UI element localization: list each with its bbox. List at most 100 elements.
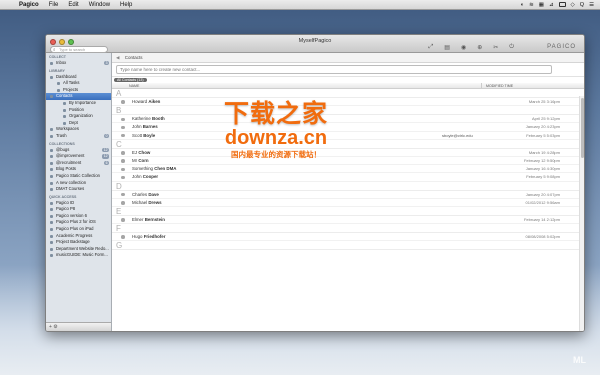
scrollbar[interactable]	[579, 96, 584, 331]
sidebar-item-inbox[interactable]: Inbox 3	[46, 60, 111, 67]
sidebar-item-quick[interactable]: Department Website Redo...	[46, 246, 111, 253]
section-collect: COLLECT	[49, 55, 66, 59]
person-icon	[121, 117, 125, 122]
power-icon[interactable]: ⏻	[509, 44, 514, 51]
sidebar-item-quick[interactable]: Pagico Plus on iPad	[46, 226, 111, 233]
sidebar-item-quick[interactable]: Project Backstage	[46, 239, 111, 246]
modified-time: January 16 4:30pm	[525, 166, 560, 172]
count-badge: 12	[102, 147, 109, 152]
sidebar-item-quick[interactable]: Pagico ID	[46, 200, 111, 207]
sidebar-item-new-collection[interactable]: A new collection	[46, 180, 111, 187]
count-badge: 3	[104, 61, 109, 66]
contact-name: Charles Dave	[132, 191, 159, 199]
contact-row[interactable]: Katherine Booth April 25 9:12pm	[112, 115, 584, 124]
menu-window[interactable]: Window	[84, 2, 115, 8]
sidebar-item-position[interactable]: Position	[46, 107, 111, 114]
contact-row[interactable]: Charles Dave January 20 4:07pm	[112, 191, 584, 199]
person-icon	[121, 201, 125, 205]
person-icon	[121, 167, 125, 172]
title-bar[interactable]: MyselfPagico ⌕ Type to search ⤢ ▤ ◉ ⊕ ✂ …	[46, 35, 584, 53]
sidebar-item-by-importance[interactable]: By Importance	[46, 100, 111, 107]
tools-icon[interactable]: ✂	[493, 44, 498, 51]
contact-row[interactable]: Hugo Friedhofer 08/08/2008 5:02pm	[112, 233, 584, 242]
search-field[interactable]: ⌕ Type to search	[50, 46, 108, 53]
layout-icon[interactable]: ▤	[444, 44, 450, 51]
spotlight-icon[interactable]: Q	[580, 2, 584, 8]
sidebar-item-dmat-courses[interactable]: DMAT Courses	[46, 186, 111, 193]
sidebar-item-quick[interactable]: musicGUIDE: Music Form...	[46, 252, 111, 259]
contact-row[interactable]: Elmer Bernstein February 14 2:12pm	[112, 216, 584, 225]
group-letter: B	[112, 106, 584, 116]
contact-name: Elmer Bernstein	[132, 216, 165, 224]
sidebar-item-quick[interactable]: Academic Progress	[46, 233, 111, 240]
wifi-icon[interactable]: ≋	[529, 2, 534, 8]
sidebar-item-workspaces[interactable]: Workspaces	[46, 126, 111, 133]
back-arrow-icon[interactable]: ◀	[116, 55, 119, 60]
sidebar-item-bugs[interactable]: @bugs 12	[46, 147, 111, 154]
contact-row[interactable]: John Cooper February 5 9:08pm	[112, 173, 584, 182]
menu-app[interactable]: Pagico	[14, 2, 44, 8]
name-column-header[interactable]: NAME	[112, 83, 482, 88]
app-window: MyselfPagico ⌕ Type to search ⤢ ▤ ◉ ⊕ ✂ …	[45, 34, 585, 332]
person-icon	[121, 100, 125, 104]
status-icon[interactable]: ◇	[571, 2, 575, 8]
all-contacts-filter[interactable]: All Contacts (13)	[114, 77, 147, 83]
last-name: Corn	[138, 157, 149, 163]
modified-column-header[interactable]: MODIFIED TIME	[482, 83, 513, 88]
sidebar-item-dashboard[interactable]: Dashboard	[46, 74, 111, 81]
volume-icon[interactable]: ⊿	[549, 2, 554, 8]
notification-icon[interactable]: ☰	[589, 2, 594, 8]
sidebar-item-static-collection[interactable]: Pagico Static Collection	[46, 173, 111, 180]
battery-icon[interactable]	[558, 2, 566, 7]
contact-row[interactable]: Something Chen DMA January 16 4:30pm	[112, 165, 584, 174]
sidebar-item-quick[interactable]: Pagico Plus 2 for iOS	[46, 219, 111, 226]
inbox-icon	[50, 62, 53, 65]
contact-row[interactable]: Scott Boyle sboyle@ctrlc.edu February 5 5:…	[112, 132, 584, 140]
contact-email[interactable]: sboyle@ctrlc.edu	[442, 132, 473, 140]
contact-row[interactable]: EJ Chow March 19 4:28pm	[112, 149, 584, 157]
contact-name: Howard Aiken	[132, 98, 160, 106]
sidebar-item-label: Pagico Static Collection	[56, 172, 100, 178]
sidebar-item-label: Pagico Plus on iPad	[56, 226, 94, 232]
menu-help[interactable]: Help	[115, 2, 137, 8]
menu-file[interactable]: File	[44, 2, 64, 8]
sidebar-item-label: Pagico version 6	[56, 212, 87, 218]
contact-name: Katherine Booth	[132, 115, 165, 123]
sidebar-actions[interactable]: + ⚙	[46, 322, 111, 331]
sidebar-item-quick[interactable]: Pagico P8	[46, 206, 111, 213]
scroll-thumb[interactable]	[581, 98, 584, 158]
contact-row[interactable]: Michael Drews 01/02/2012 9:56am	[112, 199, 584, 207]
status-icon[interactable]: ▦	[539, 2, 544, 8]
sidebar-item-contacts[interactable]: Contacts	[46, 93, 111, 100]
collection-icon	[50, 174, 53, 178]
status-icon[interactable]: ◐	[521, 2, 524, 8]
contact-row[interactable]: John Barnes January 20 4:23pm	[112, 123, 584, 132]
menu-bar: Pagico File Edit Window Help ◐ ≋ ▦ ⊿ ◇ Q…	[0, 0, 600, 10]
status-area: ◐ ≋ ▦ ⊿ ◇ Q ☰	[521, 2, 600, 8]
sidebar-item-improvement[interactable]: @improvement 12	[46, 153, 111, 160]
contact-row[interactable]: Mr Corn February 12 9:50pm	[112, 157, 584, 166]
count-badge: 12	[102, 154, 109, 159]
add-icon[interactable]: ⊕	[477, 44, 482, 51]
new-contact-input[interactable]	[116, 65, 552, 74]
sidebar-item-label: DMAT Courses	[56, 186, 85, 192]
sidebar-item-dept[interactable]: Dept	[46, 120, 111, 127]
fullscreen-icon[interactable]: ⤢	[428, 44, 433, 51]
sidebar-item-trash[interactable]: Trash 0	[46, 133, 111, 140]
sidebar-item-label: @recruitment	[56, 159, 82, 165]
sidebar-item-all-tasks[interactable]: All Tasks	[46, 80, 111, 87]
sidebar-item-quick[interactable]: Pagico version 6	[46, 213, 111, 220]
group-letter: E	[112, 207, 584, 216]
sync-icon[interactable]: ◉	[461, 44, 466, 51]
person-icon	[121, 218, 125, 222]
last-name: Chen DMA	[154, 166, 177, 172]
sidebar-item-label: @improvement	[56, 153, 85, 159]
menu-edit[interactable]: Edit	[63, 2, 83, 8]
contact-row[interactable]: Howard Aiken March 25 3:16pm	[112, 98, 584, 107]
sidebar-item-recruitment[interactable]: @recruitment 6	[46, 160, 111, 167]
first-name: Elmer	[132, 216, 144, 222]
sidebar-item-label: Workspaces	[56, 126, 79, 132]
sidebar-item-organization[interactable]: Organization	[46, 113, 111, 120]
sidebar-item-projects[interactable]: Projects	[46, 87, 111, 94]
sidebar-item-blog-posts[interactable]: Blog Posts	[46, 166, 111, 173]
